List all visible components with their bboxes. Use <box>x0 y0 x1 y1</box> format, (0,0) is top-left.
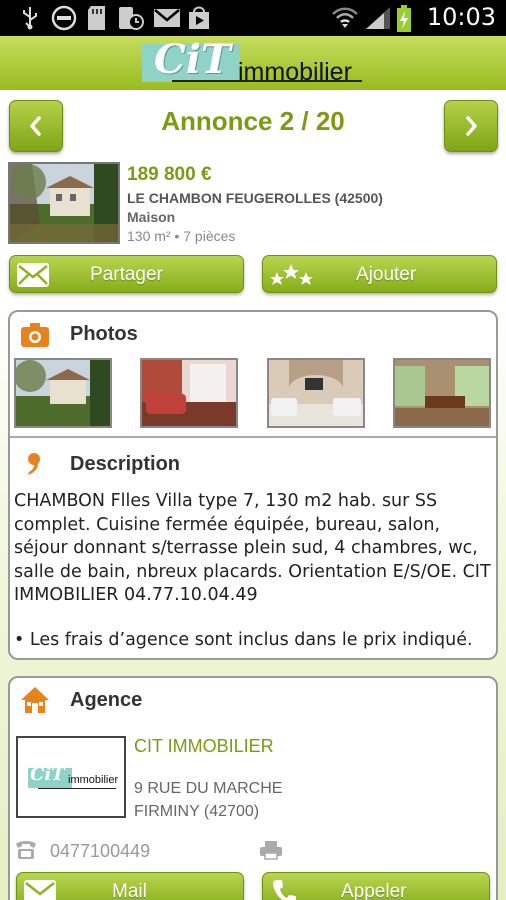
photos-title: Photos <box>70 323 138 345</box>
listing-specs: 130 m² • 7 pièces <box>127 228 236 244</box>
logo-brand: CiT <box>154 36 231 83</box>
status-bar: 10:03 <box>0 0 506 36</box>
listing-type: Maison <box>127 209 176 225</box>
house-icon <box>21 687 49 713</box>
call-label: Appeler <box>341 881 407 900</box>
previous-listing-button[interactable] <box>9 100 63 152</box>
signal-icon <box>366 7 390 29</box>
do-not-disturb-icon <box>51 5 77 31</box>
envelope-icon <box>24 880 56 900</box>
fax-icon <box>260 841 282 860</box>
agency-title: Agence <box>70 689 143 711</box>
camera-icon <box>21 323 49 347</box>
agency-logo: CiT immobilier <box>16 736 126 818</box>
handset-icon <box>273 880 296 900</box>
schedule-icon <box>119 7 144 30</box>
photo-thumbnail[interactable] <box>267 358 365 428</box>
call-button[interactable]: Appeler <box>262 872 490 900</box>
photo-thumbnail[interactable] <box>14 358 112 428</box>
agency-street: 9 RUE DU MARCHE <box>134 780 283 797</box>
listing-price: 189 800 € <box>127 164 212 185</box>
next-listing-button[interactable] <box>444 100 498 152</box>
chevron-left-icon <box>30 116 41 136</box>
usb-icon <box>23 7 37 30</box>
battery-charging-icon <box>397 5 411 32</box>
photo-thumbnail[interactable] <box>393 358 491 428</box>
agency-city: FIRMINY (42700) <box>134 803 260 820</box>
logo-text: immobilier <box>238 58 352 86</box>
listing-counter: Annonce 2 / 20 <box>161 106 345 136</box>
agency-name: CIT IMMOBILIER <box>134 736 274 756</box>
play-store-icon <box>189 6 209 29</box>
mail-button[interactable]: Mail <box>16 872 244 900</box>
stars-icon <box>270 264 313 285</box>
add-label: Ajouter <box>356 264 417 285</box>
quote-icon <box>28 453 40 475</box>
agency-logo-text: immobilier <box>68 774 119 786</box>
share-label: Partager <box>90 264 163 285</box>
status-time: 10:03 <box>426 3 496 31</box>
listing-city: LE CHAMBON FEUGEROLLES (42500) <box>127 190 383 206</box>
wifi-icon <box>332 7 358 28</box>
add-favorite-button[interactable]: Ajouter <box>262 255 497 293</box>
envelope-icon <box>17 263 49 287</box>
fees-note: • Les frais d’agence sont inclus dans le… <box>14 630 473 650</box>
agency-phone[interactable]: 0477100449 <box>50 841 150 862</box>
gmail-icon <box>154 9 180 27</box>
description-text: CHAMBON Flles Villa type 7, 130 m2 hab. … <box>14 491 491 605</box>
chevron-right-icon <box>466 116 477 136</box>
section-divider <box>10 436 496 438</box>
app-logo: CiT immobilier <box>142 36 364 86</box>
description-title: Description <box>70 453 181 475</box>
listing-thumbnail[interactable] <box>8 162 120 244</box>
agency-logo-brand: CiT <box>30 764 65 785</box>
photo-thumbnail[interactable] <box>140 358 238 428</box>
sd-card-icon <box>88 6 105 30</box>
share-button[interactable]: Partager <box>9 255 244 293</box>
mail-label: Mail <box>112 881 147 900</box>
phone-icon <box>16 841 36 859</box>
